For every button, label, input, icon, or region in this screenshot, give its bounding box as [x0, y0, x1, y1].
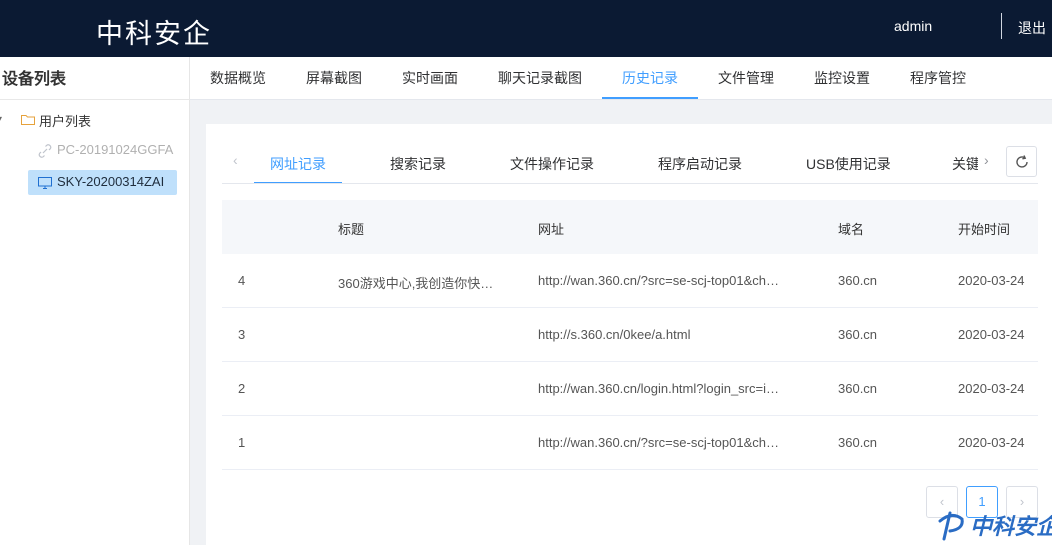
cell-domain: 360.cn — [838, 381, 878, 396]
brand-logo-icon — [938, 511, 964, 541]
tree-expand-caret-icon[interactable]: ▾ — [0, 114, 2, 125]
col-header-url: 网址 — [538, 222, 565, 237]
subtab-file-operations[interactable]: 文件操作记录 — [510, 154, 594, 174]
main-tab-bar: 数据概览 屏幕截图 实时画面 聊天记录截图 历史记录 文件管理 监控设置 程序管… — [190, 57, 1052, 100]
table-row[interactable]: 2 http://wan.360.cn/login.html?login_src… — [222, 362, 1038, 416]
subtab-partial[interactable]: 关键 — [952, 154, 978, 174]
col-header-start-time: 开始时间 — [958, 222, 1011, 237]
cell-no: 1 — [238, 435, 246, 450]
history-card: ‹ 网址记录 搜索记录 文件操作记录 程序启动记录 USB使用记录 关键 › 标… — [206, 124, 1052, 545]
cell-no: 2 — [238, 381, 246, 396]
tab-data-overview[interactable]: 数据概览 — [210, 68, 266, 88]
refresh-button[interactable] — [1006, 146, 1037, 177]
cell-domain: 360.cn — [838, 435, 878, 450]
header-divider — [1001, 13, 1002, 39]
cell-no: 3 — [238, 327, 246, 342]
cell-url[interactable]: http://s.360.cn/0kee/a.html — [538, 327, 808, 342]
subtab-program-launch[interactable]: 程序启动记录 — [658, 154, 742, 174]
brand-title: 中科安企 — [96, 19, 212, 50]
logout-button[interactable]: 退出 — [1018, 18, 1046, 38]
subtab-usb-usage[interactable]: USB使用记录 — [806, 154, 891, 174]
tab-monitor-settings[interactable]: 监控设置 — [814, 68, 870, 88]
subtab-url-records[interactable]: 网址记录 — [270, 154, 326, 174]
username-label[interactable]: admin — [894, 18, 932, 34]
device-sidebar: 设备列表 ▾ 用户列表 PC-20191024GGFA SKY-20200314… — [0, 57, 190, 545]
watermark-logo: 中科安企 — [934, 505, 1052, 545]
table-row[interactable]: 1 http://wan.360.cn/?src=se-scj-top01&ch… — [222, 416, 1038, 470]
tab-screenshots[interactable]: 屏幕截图 — [306, 68, 362, 88]
watermark-text: 中科安企 — [970, 514, 1052, 540]
table-row[interactable]: 3 http://s.360.cn/0kee/a.html 360.cn 202… — [222, 308, 1038, 362]
col-header-title: 标题 — [338, 222, 365, 237]
subtab-divider — [222, 183, 1038, 184]
device-node-label: SKY-20200314ZAI — [57, 174, 165, 189]
cell-start-time: 2020-03-24 — [958, 273, 1025, 288]
subtab-search-records[interactable]: 搜索记录 — [390, 154, 446, 174]
cell-start-time: 2020-03-24 — [958, 381, 1025, 396]
refresh-icon — [1016, 155, 1028, 168]
cell-start-time: 2020-03-24 — [958, 435, 1025, 450]
monitor-icon — [38, 177, 52, 189]
disconnected-link-icon — [38, 144, 52, 158]
table-row[interactable]: 4 360游戏中心,我创造你快… http://wan.360.cn/?src=… — [222, 254, 1038, 308]
main-tab-active-indicator — [602, 97, 698, 99]
tab-live-view[interactable]: 实时画面 — [402, 68, 458, 88]
subtab-scroll-left-icon[interactable]: ‹ — [233, 152, 238, 168]
cell-domain: 360.cn — [838, 273, 878, 288]
cell-url[interactable]: http://wan.360.cn/?src=se-scj-top01&ch… — [538, 273, 808, 288]
top-header: 中科安企 admin 退出 — [0, 0, 1052, 57]
cell-no: 4 — [238, 273, 246, 288]
cell-domain: 360.cn — [838, 327, 878, 342]
tab-chat-screenshots[interactable]: 聊天记录截图 — [498, 68, 582, 88]
table-header: 标题 网址 域名 开始时间 — [222, 200, 1038, 254]
tab-history[interactable]: 历史记录 — [622, 68, 678, 88]
sidebar-divider — [0, 99, 190, 100]
col-header-domain: 域名 — [838, 222, 865, 237]
folder-icon — [21, 115, 35, 125]
subtab-scroll-right-icon[interactable]: › — [984, 152, 989, 168]
cell-url[interactable]: http://wan.360.cn/login.html?login_src=i… — [538, 381, 808, 396]
device-node-selected[interactable]: SKY-20200314ZAI — [28, 170, 177, 195]
subtab-overflow-clip: 关键 — [950, 150, 978, 176]
cell-start-time: 2020-03-24 — [958, 327, 1025, 342]
cell-title: 360游戏中心,我创造你快… — [338, 276, 494, 291]
device-node-offline[interactable]: PC-20191024GGFA — [57, 142, 173, 157]
tab-program-control[interactable]: 程序管控 — [910, 68, 966, 88]
cell-url[interactable]: http://wan.360.cn/?src=se-scj-top01&ch… — [538, 435, 808, 450]
tree-root-label[interactable]: 用户列表 — [39, 111, 91, 130]
tab-file-management[interactable]: 文件管理 — [718, 68, 774, 88]
sidebar-title: 设备列表 — [2, 71, 67, 88]
